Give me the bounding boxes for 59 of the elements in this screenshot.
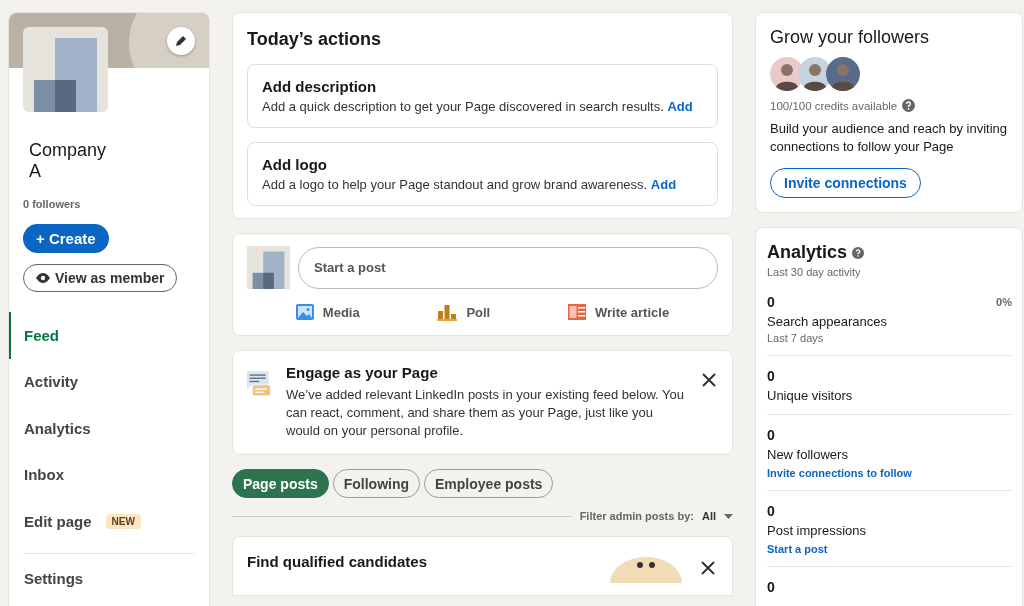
credits-text: 100/100 credits available	[770, 99, 898, 112]
nav-label: Edit page	[24, 512, 92, 530]
action-text: Add a quick description to get your Page discovered in search results. Add	[262, 99, 694, 114]
feed-tab[interactable]: Following	[332, 469, 421, 498]
post-action-button[interactable]: Write article	[561, 299, 676, 325]
stat-value: 0	[767, 503, 775, 519]
feed-tab[interactable]: Employee posts	[424, 469, 554, 498]
action-text: Add a logo to help your Page standout and grow brand awareness. Add	[262, 177, 678, 192]
new-badge: NEW	[105, 513, 141, 529]
stat-change: 0%	[996, 296, 1012, 308]
stat-link[interactable]: Start a post	[767, 543, 1012, 555]
card-subtitle: Last 30 day activity	[767, 266, 862, 278]
nav-item[interactable]: Activity	[9, 358, 209, 405]
company-name: Company A	[29, 140, 108, 182]
help-icon[interactable]	[852, 246, 865, 259]
stat-label: New followers	[767, 447, 849, 462]
caret-icon	[724, 513, 733, 519]
stat-value: 0	[767, 579, 775, 595]
nav-item[interactable]: Edit page NEW	[9, 498, 209, 545]
stat-value: 0	[767, 294, 775, 310]
engage-text: We’ve added relevant LinkedIn posts in your existing feed below. You can react, comment, and share them as your Page, just like you would on your personal profile.	[286, 386, 685, 440]
nav-item[interactable]: Inbox	[9, 451, 209, 498]
grow-text: Build your audience and reach by inviting connections to follow your Page	[770, 120, 1008, 156]
card-title: Today’s actions	[247, 29, 383, 50]
card-title: Grow your followers	[770, 27, 931, 48]
post-action-button[interactable]: Media	[289, 299, 366, 325]
filter-label: Filter admin posts by:	[579, 510, 694, 522]
add-link[interactable]: Add	[650, 177, 677, 192]
stat-link[interactable]: Invite connections to follow	[767, 467, 1012, 479]
eye-icon	[36, 273, 50, 283]
stat-label: Post impressions	[767, 523, 867, 538]
stat-label: Unique visitors	[767, 388, 854, 403]
feed-tab[interactable]: Page posts	[232, 469, 329, 498]
avatar-icon	[826, 57, 860, 91]
image-icon	[295, 304, 314, 320]
stat-label: Search appearances	[767, 314, 888, 329]
bar-chart-icon	[437, 303, 458, 321]
page-avatar	[247, 246, 290, 289]
article-icon	[567, 304, 586, 320]
engage-title: Engage as your Page	[286, 364, 439, 381]
view-as-member-button[interactable]: View as member	[23, 264, 178, 292]
promo-title: Find qualified candidates	[247, 553, 428, 570]
add-link[interactable]: Add	[667, 99, 693, 114]
nav-item[interactable]: Feed	[9, 312, 209, 359]
filter-dropdown[interactable]: All	[701, 510, 733, 522]
create-button[interactable]: + Create	[23, 224, 109, 253]
help-icon[interactable]	[902, 99, 916, 112]
invite-connections-button[interactable]: Invite connections	[770, 168, 921, 198]
nav-item[interactable]: Analytics	[9, 405, 209, 452]
action-title: Add logo	[262, 156, 328, 173]
pencil-icon	[174, 34, 188, 48]
stat-note: Last 7 days	[767, 332, 825, 344]
stat-value: 0	[767, 368, 775, 384]
settings-link[interactable]: Settings	[9, 561, 209, 606]
action-title: Add description	[262, 78, 378, 95]
post-action-button[interactable]: Poll	[431, 299, 497, 325]
stat-value: 0	[767, 427, 775, 443]
card-title: Analytics	[767, 242, 848, 263]
followers-count: 0 followers	[23, 198, 82, 210]
